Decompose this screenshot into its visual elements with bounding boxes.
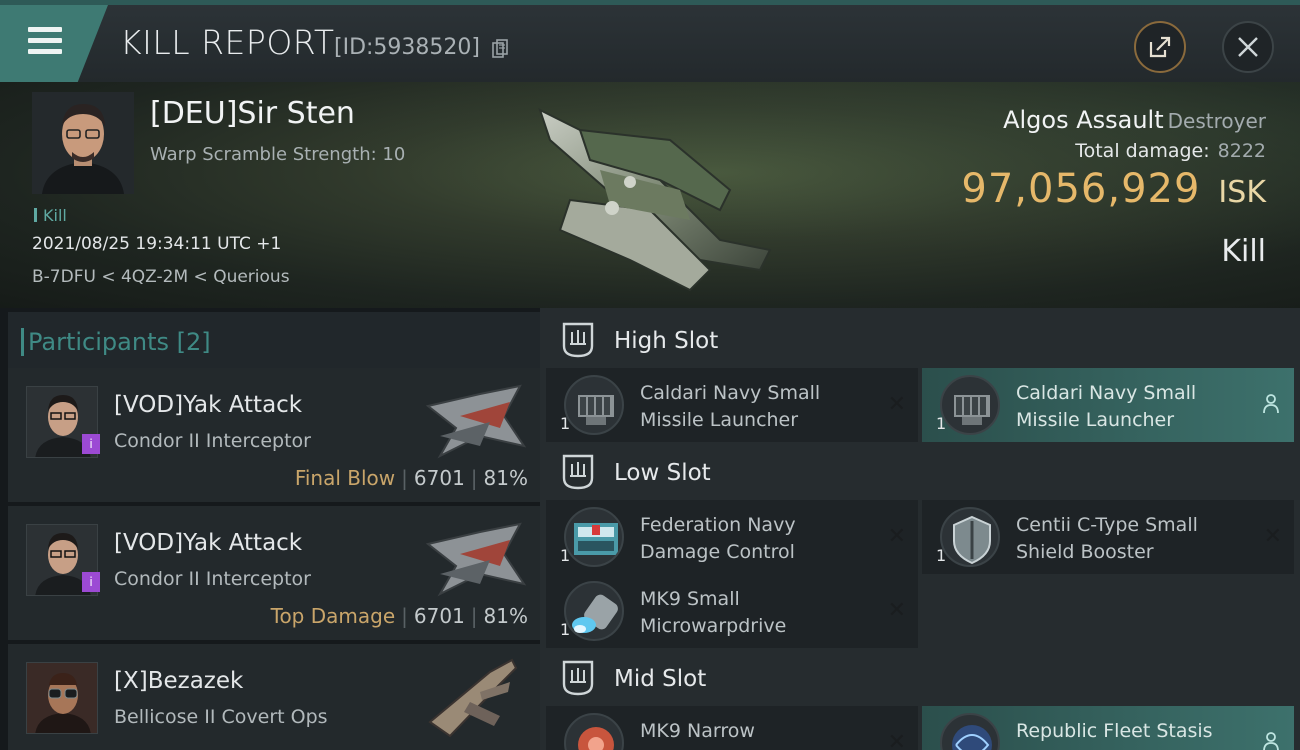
participants-label: Participants [28,328,169,356]
header-bar: KILL REPORT [ID:5938520] [0,0,1300,82]
total-damage-label: Total damage: [1075,140,1210,162]
victim-ship-name[interactable]: Algos Assault [1003,106,1164,134]
participant-stats: Final Blow | 6701 | 81% [294,466,528,490]
module-item[interactable]: 1 Caldari Navy Small Missile Launcher ✕ [546,368,918,442]
victim-panel: [DEU]Sir Sten Warp Scramble Strength: 10… [0,82,1300,308]
mid-slot-label: Mid Slot [614,666,707,692]
module-name: MK9 Small Microwarpdrive [640,588,787,637]
participant-tag: Final Blow [294,466,396,490]
close-button[interactable] [1222,21,1274,73]
participant-name[interactable]: [VOD]Yak Attack [114,530,302,556]
high-slot-icon [562,322,594,358]
module-name: Federation Navy Damage Control [640,514,796,563]
participant-name[interactable]: [X]Bezazek [114,668,243,694]
participant-percent: 81% [483,466,528,490]
participant-row[interactable]: i [VOD]Yak Attack Condor II Interceptor … [8,368,540,502]
module-item-dropped[interactable]: 1 Caldari Navy Small Missile Launcher [922,368,1294,442]
destroyed-icon: ✕ [887,598,906,623]
copy-icon[interactable] [492,39,508,59]
participant-tag: Top Damage [270,604,396,628]
module-quantity: 1 [560,414,571,433]
total-damage-value: 8222 [1217,140,1266,162]
victim-avatar[interactable] [32,92,134,194]
share-icon [1149,36,1171,58]
destroyed-icon: ✕ [887,524,906,549]
participant-ship-image[interactable] [420,514,530,604]
participant-avatar[interactable] [26,662,98,734]
report-type: Kill [1221,234,1266,269]
kill-location[interactable]: B-7DFU < 4QZ-2M < Querious [32,267,290,287]
low-slot-header: Low Slot [540,446,1300,498]
participants-panel: Participants [2] i [VOD]Yak Attack Condo… [0,308,540,750]
participant-row[interactable]: i [VOD]Yak Attack Condor II Interceptor … [8,506,540,640]
mid-slot-icon [562,660,594,696]
module-name: Caldari Navy Small Missile Launcher [1016,382,1197,431]
fitting-panel: High Slot 1 Caldari Navy Small Missile La… [540,308,1300,750]
destroyed-icon: ✕ [887,730,906,750]
isk-value: 97,056,929 [961,166,1201,212]
participants-count: [2] [176,328,211,356]
participant-damage: 6701 [413,604,465,628]
destroyed-icon: ✕ [1263,524,1282,549]
menu-button[interactable] [0,5,108,82]
module-name: MK9 Narrow [640,720,755,742]
participant-ship: Condor II Interceptor [114,568,311,590]
participant-ship: Bellicose II Covert Ops [114,706,328,728]
share-button[interactable] [1134,21,1186,73]
module-quantity: 1 [936,414,947,433]
report-id: [ID:5938520] [334,35,480,60]
module-name: Centii C-Type Small Shield Booster [1016,514,1198,563]
close-icon [1238,37,1258,57]
low-slot-label: Low Slot [614,460,711,486]
stasis-webifier-icon [940,713,1000,750]
module-item-dropped[interactable]: Republic Fleet Stasis [922,706,1294,750]
victim-name[interactable]: [DEU]Sir Sten [150,96,355,131]
mid-slot-header: Mid Slot [540,652,1300,704]
module-quantity: 1 [560,546,571,565]
kill-tag: Kill [34,206,67,225]
module-name: Caldari Navy Small Missile Launcher [640,382,821,431]
victim-summary: Algos Assault Destroyer Total damage: 8222… [961,106,1266,269]
low-slot-icon [562,454,594,490]
missile-launcher-icon [564,375,624,435]
high-slot-label: High Slot [614,328,719,354]
module-quantity: 1 [560,620,571,639]
corp-badge: i [82,572,100,592]
page-title: KILL REPORT [120,23,335,62]
participant-damage: 6701 [413,466,465,490]
shield-booster-icon [940,507,1000,567]
participant-ship: Condor II Interceptor [114,430,311,452]
module-item[interactable]: 1 MK9 Small Microwarpdrive ✕ [546,574,918,648]
victim-ship-image[interactable] [520,90,790,300]
destroyed-icon: ✕ [887,392,906,417]
kill-datetime: 2021/08/25 19:34:11 UTC +1 [32,234,282,254]
damage-control-icon [564,507,624,567]
participant-name[interactable]: [VOD]Yak Attack [114,392,302,418]
isk-unit: ISK [1218,175,1266,210]
module-item[interactable]: 1 Centii C-Type Small Shield Booster ✕ [922,500,1294,574]
microwarpdrive-icon [564,581,624,641]
person-icon [1263,394,1279,414]
module-item[interactable]: MK9 Narrow ✕ [546,706,918,750]
participant-percent: 81% [483,604,528,628]
module-name: Republic Fleet Stasis [1016,720,1213,742]
participants-header: Participants [2] [8,312,540,370]
participant-ship-image[interactable] [420,652,530,742]
victim-ship-class: Destroyer [1167,109,1266,133]
participant-row[interactable]: [X]Bezazek Bellicose II Covert Ops [8,644,540,750]
module-quantity: 1 [936,546,947,565]
person-icon [1263,732,1279,750]
hamburger-icon [28,27,62,60]
corp-badge: i [82,434,100,454]
participant-stats: Top Damage | 6701 | 81% [270,604,528,628]
victim-subtitle: Warp Scramble Strength: 10 [150,144,406,165]
missile-launcher-icon [940,375,1000,435]
participant-ship-image[interactable] [420,376,530,466]
module-item[interactable]: 1 Federation Navy Damage Control ✕ [546,500,918,574]
scrambler-icon [564,713,624,750]
high-slot-header: High Slot [540,314,1300,366]
